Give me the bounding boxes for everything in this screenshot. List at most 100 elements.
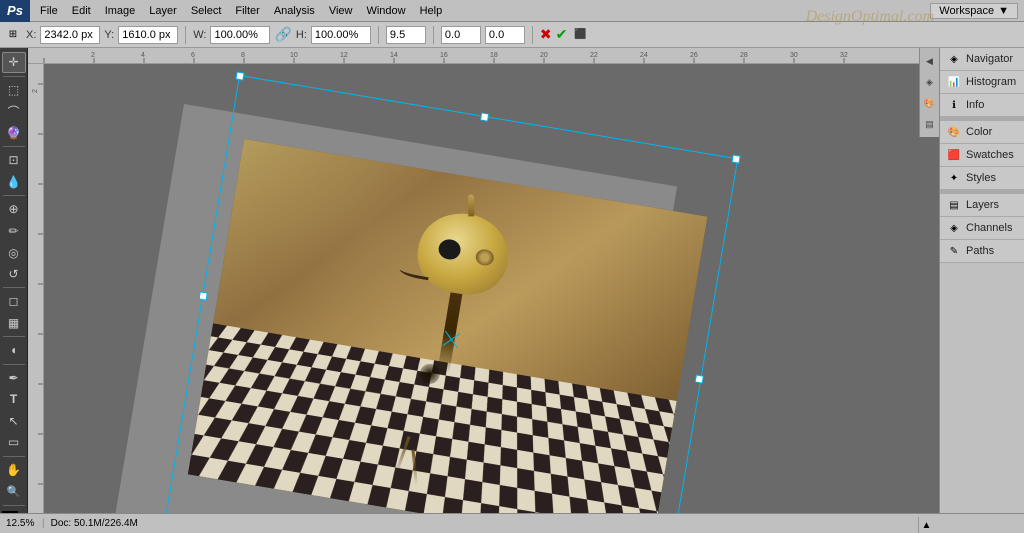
- status-bar: 12.5% | Doc: 50.1M/226.4M ▲: [0, 513, 1024, 533]
- menu-view[interactable]: View: [323, 3, 359, 19]
- lasso-tool[interactable]: ⌒: [2, 101, 26, 122]
- y-label: Y:: [104, 29, 114, 41]
- color-label: Color: [966, 126, 992, 138]
- spot-heal-tool[interactable]: ⊕: [2, 199, 26, 220]
- menu-help[interactable]: Help: [414, 3, 449, 19]
- menu-image[interactable]: Image: [99, 3, 142, 19]
- layers-label: Layers: [966, 199, 999, 211]
- svg-text:12: 12: [340, 52, 348, 59]
- panel-item-paths[interactable]: ✎ Paths: [940, 240, 1024, 263]
- channels-label: Channels: [966, 222, 1012, 234]
- separator-2: [378, 26, 379, 44]
- hand-tool[interactable]: ✋: [2, 460, 26, 481]
- x-label: X:: [26, 29, 36, 41]
- w-label: W:: [193, 29, 206, 41]
- panel-toggle-1[interactable]: ◀: [921, 52, 939, 70]
- panel-item-histogram[interactable]: 📊 Histogram: [940, 71, 1024, 94]
- shape-tool[interactable]: ▭: [2, 432, 26, 453]
- ruler-top: 2 4 6 8 10 12 14 16 18 20 22 24 26 28 30…: [28, 48, 939, 64]
- marquee-tool[interactable]: ⬚: [2, 80, 26, 101]
- clone-tool[interactable]: ◎: [2, 242, 26, 263]
- svg-text:8: 8: [241, 52, 245, 59]
- x-input[interactable]: [40, 26, 100, 44]
- tool-sep-8: [3, 505, 25, 506]
- w-input[interactable]: [210, 26, 270, 44]
- quick-select-tool[interactable]: 🔮: [2, 123, 26, 144]
- move-tool[interactable]: ✛: [2, 52, 26, 73]
- workspace-button[interactable]: Workspace ▼: [930, 3, 1018, 19]
- svg-text:22: 22: [590, 52, 598, 59]
- zoom-tool[interactable]: 🔍: [2, 481, 26, 502]
- svg-text:10: 10: [290, 52, 298, 59]
- menu-analysis[interactable]: Analysis: [268, 3, 321, 19]
- styles-label: Styles: [966, 172, 996, 184]
- info-label: Info: [966, 99, 984, 111]
- interpolation-icon[interactable]: ⬛: [571, 26, 589, 44]
- panel-group-color: 🎨 Color 🟥 Swatches ✦ Styles: [940, 121, 1024, 190]
- svg-text:30: 30: [790, 52, 798, 59]
- svg-text:24: 24: [640, 52, 648, 59]
- svg-text:4: 4: [141, 52, 145, 59]
- y-input[interactable]: [118, 26, 178, 44]
- doc-info: Doc: 50.1M/226.4M: [51, 518, 138, 529]
- histogram-label: Histogram: [966, 76, 1016, 88]
- svg-text:32: 32: [840, 52, 848, 59]
- canvas-area[interactable]: 2 4 6 8 10 12 14 16 18 20 22 24 26 28 30…: [28, 48, 939, 533]
- path-select-tool[interactable]: ↖: [2, 411, 26, 432]
- dodge-tool[interactable]: ◖: [2, 340, 26, 361]
- styles-icon: ✦: [946, 170, 962, 186]
- skull-right-eye: [475, 248, 495, 267]
- history-brush-tool[interactable]: ↺: [2, 264, 26, 285]
- brush-tool[interactable]: ✏: [2, 221, 26, 242]
- options-bar: ⊞ X: Y: W: 🔗 H: ✖ ✔ ⬛: [0, 22, 1024, 48]
- navigator-label: Navigator: [966, 53, 1013, 65]
- channels-icon: ◈: [946, 220, 962, 236]
- panel-item-layers[interactable]: ▤ Layers: [940, 194, 1024, 217]
- eraser-tool[interactable]: ◻: [2, 291, 26, 312]
- menu-window[interactable]: Window: [360, 3, 411, 19]
- menu-items: File Edit Image Layer Select Filter Anal…: [30, 3, 448, 19]
- panel-icon-layers[interactable]: ▤: [921, 115, 939, 133]
- tool-sep-5: [3, 336, 25, 337]
- pen-tool[interactable]: ✒: [2, 368, 26, 389]
- panel-item-color[interactable]: 🎨 Color: [940, 121, 1024, 144]
- menu-filter[interactable]: Filter: [229, 3, 265, 19]
- zoom-level: 12.5%: [6, 518, 36, 529]
- menu-select[interactable]: Select: [185, 3, 228, 19]
- chain-icon[interactable]: 🔗: [274, 26, 291, 43]
- info-icon: ℹ: [946, 97, 962, 113]
- angle-input[interactable]: [386, 26, 426, 44]
- tool-sep-7: [3, 456, 25, 457]
- transform-icon: ⊞: [4, 26, 22, 44]
- scroll-up-btn[interactable]: ▲: [918, 517, 934, 533]
- panel-item-swatches[interactable]: 🟥 Swatches: [940, 144, 1024, 167]
- color-icon: 🎨: [946, 124, 962, 140]
- gradient-tool[interactable]: ▦: [2, 313, 26, 334]
- panel-item-navigator[interactable]: ◈ Navigator: [940, 48, 1024, 71]
- cancel-transform-icon[interactable]: ✖: [540, 26, 552, 43]
- text-tool[interactable]: T: [2, 389, 26, 410]
- svg-text:20: 20: [540, 52, 548, 59]
- paths-icon: ✎: [946, 243, 962, 259]
- h-input[interactable]: [311, 26, 371, 44]
- svg-text:6: 6: [191, 52, 195, 59]
- panel-group-nav: ◈ Navigator 📊 Histogram ℹ Info: [940, 48, 1024, 117]
- eyedropper-tool[interactable]: 💧: [2, 172, 26, 193]
- panel-item-channels[interactable]: ◈ Channels: [940, 217, 1024, 240]
- crop-tool[interactable]: ⊡: [2, 150, 26, 171]
- panel-icon-navigator[interactable]: ◈: [921, 73, 939, 91]
- panel-icon-color[interactable]: 🎨: [921, 94, 939, 112]
- menu-file[interactable]: File: [34, 3, 64, 19]
- menu-layer[interactable]: Layer: [143, 3, 183, 19]
- svg-text:2: 2: [91, 52, 95, 59]
- vskew-input[interactable]: [485, 26, 525, 44]
- right-icons-strip: ◀ ◈ 🎨 ▤: [919, 48, 939, 137]
- panel-item-styles[interactable]: ✦ Styles: [940, 167, 1024, 190]
- menu-edit[interactable]: Edit: [66, 3, 97, 19]
- svg-text:26: 26: [690, 52, 698, 59]
- svg-text:16: 16: [440, 52, 448, 59]
- hskew-input[interactable]: [441, 26, 481, 44]
- tool-sep-2: [3, 146, 25, 147]
- commit-transform-icon[interactable]: ✔: [556, 26, 568, 43]
- panel-item-info[interactable]: ℹ Info: [940, 94, 1024, 117]
